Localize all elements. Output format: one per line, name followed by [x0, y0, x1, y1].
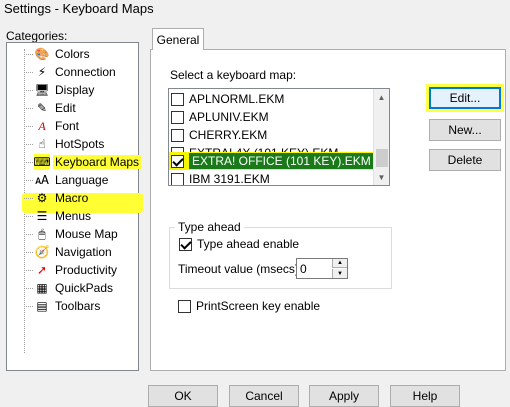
category-display[interactable]: 🖥 Display — [24, 81, 96, 99]
printscreen-label: PrintScreen key enable — [196, 299, 321, 313]
category-label: HotSpots — [55, 137, 105, 151]
type-ahead-enable-checkbox[interactable] — [179, 237, 192, 251]
type-ahead-group-label: Type ahead — [175, 220, 244, 234]
list-item[interactable]: APLUNIV.EKM — [169, 108, 374, 126]
macro-icon: ⚙ — [36, 191, 48, 205]
category-keyboard-maps[interactable]: ⌨ Keyboard Maps — [24, 153, 142, 171]
list-scrollbar[interactable]: ▲ ▼ — [373, 89, 389, 185]
category-label: Toolbars — [55, 299, 101, 313]
timeout-label: Timeout value (msecs): — [178, 262, 303, 276]
category-label: Display — [55, 83, 95, 97]
keyboard-map-list[interactable]: APLNORML.EKM APLUNIV.EKM CHERRY.EKM EXTR… — [168, 88, 390, 186]
category-label: Keyboard Maps — [53, 155, 142, 169]
keyboard-icon: ⌨ — [33, 154, 51, 170]
category-font[interactable]: A Font — [24, 117, 81, 135]
category-language[interactable]: 🗚 Language — [24, 171, 110, 189]
type-ahead-enable-option[interactable]: Type ahead enable — [177, 237, 299, 251]
palette-icon: 🎨 — [34, 47, 50, 61]
scroll-thumb[interactable] — [376, 149, 388, 167]
list-item-selected[interactable]: EXTRA! OFFICE (101 KEY).EKM — [169, 152, 374, 170]
delete-button[interactable]: Delete — [429, 149, 501, 171]
category-label: QuickPads — [55, 281, 114, 295]
new-button[interactable]: New... — [429, 119, 501, 141]
category-hotspots[interactable]: ☝ HotSpots — [24, 135, 106, 153]
font-icon: A — [38, 119, 46, 133]
category-toolbars[interactable]: ▤ Toolbars — [24, 297, 102, 315]
checkbox-checked[interactable] — [171, 154, 184, 168]
checkbox[interactable] — [171, 172, 184, 185]
hand-pointer-icon: ☝ — [38, 137, 46, 151]
category-label: Language — [55, 173, 109, 187]
category-edit[interactable]: ✎ Edit — [24, 99, 78, 117]
category-label: Navigation — [55, 245, 112, 259]
category-label: Colors — [55, 47, 90, 61]
category-label: Edit — [55, 101, 76, 115]
tab-general[interactable]: General — [152, 28, 204, 50]
list-item[interactable]: APLNORML.EKM — [169, 90, 374, 108]
category-label: Macro — [55, 191, 89, 205]
timeout-value[interactable]: 0 — [300, 262, 307, 276]
compass-icon: 🧭 — [34, 245, 50, 259]
categories-tree[interactable]: 🎨 Colors ⚡ Connection 🖥 Display ✎ Edit A… — [6, 42, 143, 371]
spin-up-icon[interactable]: ▲ — [332, 259, 347, 268]
mouse-icon: 🖱 — [38, 227, 46, 241]
checkbox[interactable] — [171, 110, 184, 124]
category-productivity[interactable]: ➚ Productivity — [24, 261, 119, 279]
category-label: Menus — [55, 209, 92, 223]
printscreen-option[interactable]: PrintScreen key enable — [176, 299, 320, 313]
toolbars-icon: ▤ — [36, 299, 48, 313]
category-quickpads[interactable]: ▦ QuickPads — [24, 279, 115, 297]
checkbox[interactable] — [171, 92, 184, 106]
list-item[interactable]: CHERRY.EKM — [169, 126, 374, 144]
category-navigation[interactable]: 🧭 Navigation — [24, 243, 114, 261]
category-macro[interactable]: ⚙ Macro — [24, 189, 90, 207]
checkbox[interactable] — [171, 128, 184, 142]
categories-label: Categories: — [6, 29, 68, 43]
category-label: Font — [55, 119, 80, 133]
menus-icon: ☰ — [36, 209, 48, 223]
connection-icon: ⚡ — [37, 65, 47, 79]
window-title: Settings - Keyboard Maps — [4, 1, 154, 16]
spin-down-icon[interactable]: ▼ — [332, 269, 347, 278]
category-label: Connection — [55, 65, 116, 79]
category-menus[interactable]: ☰ Menus — [24, 207, 93, 225]
pencil-icon: ✎ — [36, 101, 48, 115]
category-label: Mouse Map — [55, 227, 118, 241]
category-label: Productivity — [55, 263, 118, 277]
type-ahead-enable-label: Type ahead enable — [197, 237, 300, 251]
timeout-spinner[interactable]: 0 ▲ ▼ — [296, 258, 348, 279]
edit-button[interactable]: Edit... — [429, 87, 501, 109]
category-connection[interactable]: ⚡ Connection — [24, 63, 118, 81]
category-mouse-map[interactable]: 🖱 Mouse Map — [24, 225, 120, 243]
category-colors[interactable]: 🎨 Colors — [24, 45, 92, 63]
printscreen-checkbox[interactable] — [178, 299, 191, 313]
keyboard-map-label: Select a keyboard map: — [170, 68, 297, 82]
language-icon: 🗚 — [35, 173, 49, 187]
monitor-icon: 🖥 — [34, 83, 50, 97]
scroll-up-icon[interactable]: ▲ — [374, 89, 389, 105]
list-item[interactable]: IBM 3191.EKM — [169, 170, 374, 185]
productivity-icon: ➚ — [36, 263, 48, 277]
scroll-down-icon[interactable]: ▼ — [374, 169, 389, 185]
quickpads-icon: ▦ — [36, 281, 48, 295]
